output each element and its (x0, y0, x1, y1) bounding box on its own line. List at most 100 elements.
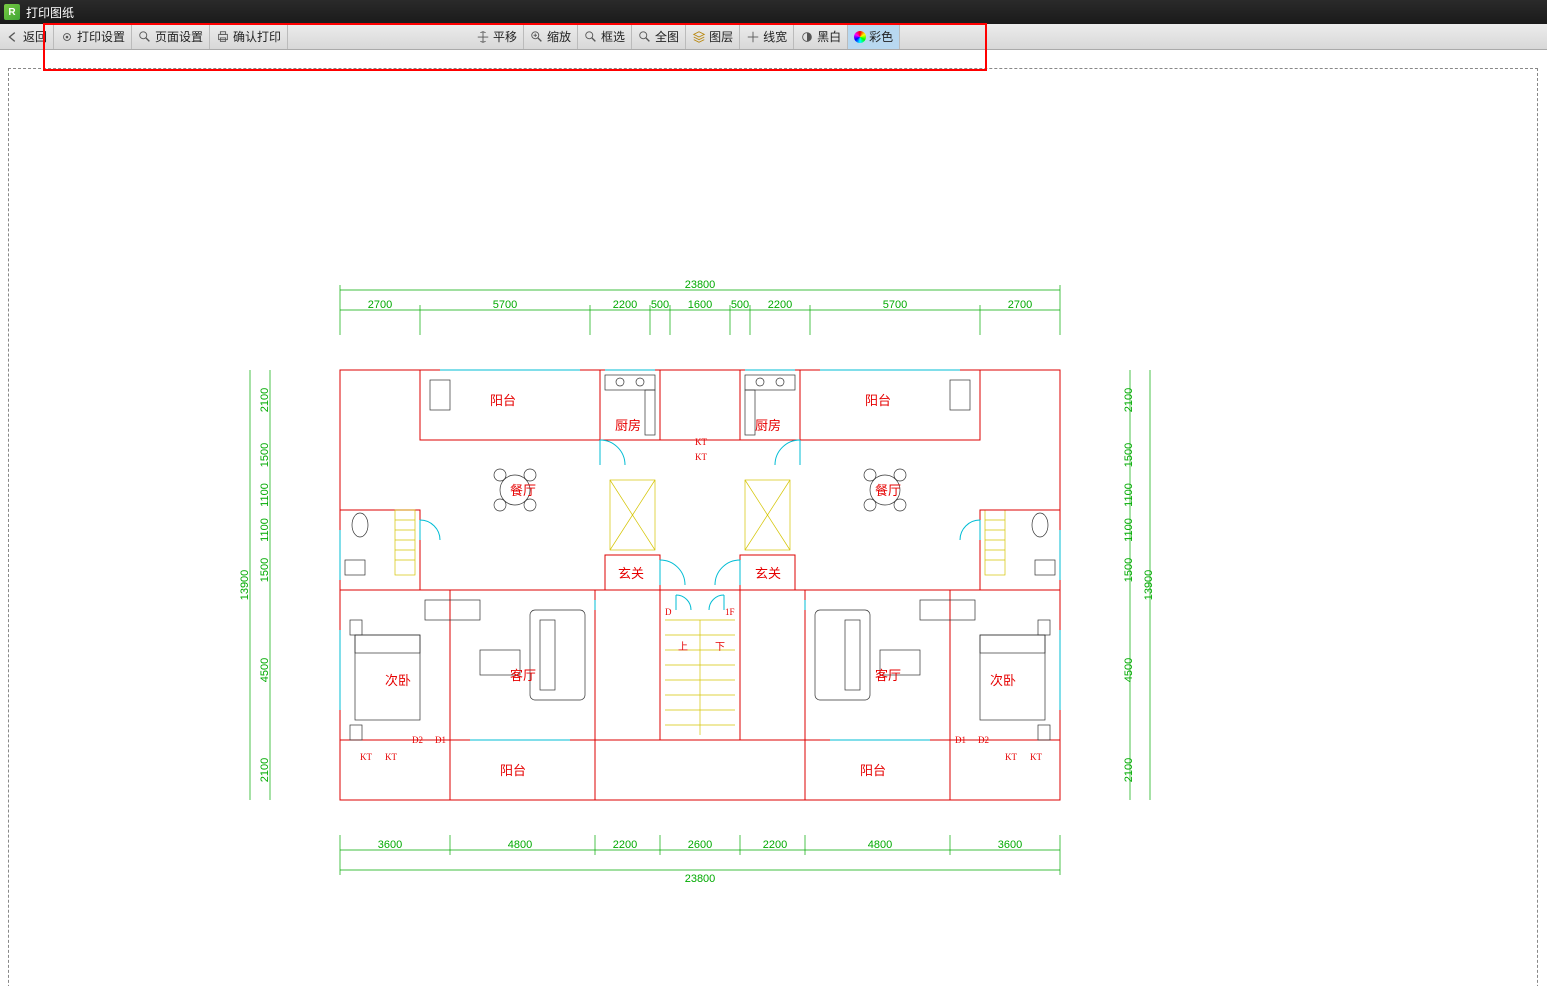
svg-text:2200: 2200 (763, 839, 787, 851)
svg-text:D2: D2 (978, 735, 989, 745)
back-button[interactable]: 返回 (0, 25, 54, 49)
furniture-left (345, 380, 585, 740)
svg-text:4800: 4800 (508, 839, 532, 851)
svg-text:4500: 4500 (259, 658, 271, 682)
svg-text:D: D (665, 607, 672, 617)
bw-icon (800, 30, 814, 44)
gear-icon (60, 30, 74, 44)
pan-icon (476, 30, 490, 44)
svg-text:2100: 2100 (1123, 388, 1135, 412)
svg-text:厨房: 厨房 (615, 418, 641, 433)
svg-text:2700: 2700 (1008, 299, 1032, 311)
svg-text:23800: 23800 (685, 280, 716, 291)
back-icon (6, 30, 20, 44)
svg-text:玄关: 玄关 (618, 566, 644, 581)
svg-text:23800: 23800 (685, 873, 716, 885)
toolbar-left: 返回 打印设置 页面设置 确认打印 (0, 25, 288, 49)
svg-text:上: 上 (678, 641, 688, 653)
layers-label: 图层 (709, 28, 733, 45)
fit-all-label: 全图 (655, 28, 679, 45)
svg-text:厨房: 厨房 (755, 418, 781, 433)
svg-text:KT: KT (695, 452, 707, 462)
svg-text:阳台: 阳台 (490, 393, 516, 408)
magnify-icon (138, 30, 152, 44)
pan-label: 平移 (493, 28, 517, 45)
svg-text:次卧: 次卧 (990, 673, 1016, 688)
window-title: 打印图纸 (26, 4, 74, 21)
zoom-button[interactable]: 缩放 (524, 25, 578, 49)
layers-button[interactable]: 图层 (686, 25, 740, 49)
dim-bottom: 23800 3600 4800 2200 2600 2200 4800 3600 (340, 835, 1060, 885)
svg-text:KT: KT (1005, 752, 1017, 762)
bw-button[interactable]: 黑白 (794, 25, 848, 49)
svg-text:D2: D2 (412, 735, 423, 745)
select-icon (584, 30, 598, 44)
svg-text:4500: 4500 (1123, 658, 1135, 682)
svg-text:1500: 1500 (259, 558, 271, 582)
canvas[interactable]: 23800 2700 5700 2200 500 1600 500 2200 5… (0, 50, 1547, 986)
svg-text:1500: 1500 (1123, 558, 1135, 582)
svg-text:阳台: 阳台 (860, 763, 886, 778)
plan-svg: 23800 2700 5700 2200 500 1600 500 2200 5… (240, 280, 1160, 900)
toolbar: 返回 打印设置 页面设置 确认打印 平移 缩放 框选 全图 (0, 24, 1547, 50)
color-button[interactable]: 彩色 (848, 25, 900, 49)
svg-text:2200: 2200 (768, 299, 792, 311)
dim-right: 13900 2100 1500 1100 1100 1500 4500 2100 (1123, 370, 1155, 800)
fit-icon (638, 30, 652, 44)
furniture-right (815, 380, 1055, 740)
svg-text:2700: 2700 (368, 299, 392, 311)
app-icon: R (4, 4, 20, 20)
svg-text:3600: 3600 (998, 839, 1022, 851)
doors (420, 440, 980, 610)
svg-text:KT: KT (385, 752, 397, 762)
pan-button[interactable]: 平移 (470, 25, 524, 49)
svg-text:2600: 2600 (688, 839, 712, 851)
svg-text:1F: 1F (725, 607, 735, 617)
confirm-print-button[interactable]: 确认打印 (210, 25, 288, 49)
svg-text:餐厅: 餐厅 (510, 483, 536, 498)
lineweight-button[interactable]: 线宽 (740, 25, 794, 49)
zoom-icon (530, 30, 544, 44)
page-setup-label: 页面设置 (155, 28, 203, 45)
svg-text:2200: 2200 (613, 299, 637, 311)
svg-text:1500: 1500 (1123, 443, 1135, 467)
svg-text:2100: 2100 (259, 388, 271, 412)
print-settings-button[interactable]: 打印设置 (54, 25, 132, 49)
svg-text:KT: KT (360, 752, 372, 762)
box-select-label: 框选 (601, 28, 625, 45)
page-setup-button[interactable]: 页面设置 (132, 25, 210, 49)
svg-text:2100: 2100 (1123, 758, 1135, 782)
svg-text:5700: 5700 (493, 299, 517, 311)
svg-text:阳台: 阳台 (865, 393, 891, 408)
svg-text:D1: D1 (955, 735, 966, 745)
color-label: 彩色 (869, 28, 893, 45)
svg-text:1600: 1600 (688, 299, 712, 311)
lineweight-label: 线宽 (763, 28, 787, 45)
fit-all-button[interactable]: 全图 (632, 25, 686, 49)
svg-text:玄关: 玄关 (755, 566, 781, 581)
back-label: 返回 (23, 28, 47, 45)
printer-icon (216, 30, 230, 44)
svg-text:下: 下 (715, 642, 725, 653)
color-icon (854, 31, 866, 43)
svg-text:1100: 1100 (259, 483, 271, 507)
svg-text:餐厅: 餐厅 (875, 483, 901, 498)
svg-text:D1: D1 (435, 735, 446, 745)
svg-text:4800: 4800 (868, 839, 892, 851)
toolbar-right: 平移 缩放 框选 全图 图层 线宽 黑白 彩色 (470, 25, 900, 49)
bw-label: 黑白 (817, 28, 841, 45)
layers-icon (692, 30, 706, 44)
svg-text:1100: 1100 (1123, 483, 1135, 507)
svg-text:2200: 2200 (613, 839, 637, 851)
stairs (665, 620, 735, 735)
svg-text:KT: KT (1030, 752, 1042, 762)
lineweight-icon (746, 30, 760, 44)
box-select-button[interactable]: 框选 (578, 25, 632, 49)
titlebar: R 打印图纸 (0, 0, 1547, 24)
dim-left: 13900 2100 1500 1100 1100 1500 4500 2100 (240, 370, 271, 800)
svg-text:客厅: 客厅 (875, 668, 901, 683)
confirm-print-label: 确认打印 (233, 28, 281, 45)
svg-text:1100: 1100 (1123, 518, 1135, 542)
svg-text:1100: 1100 (259, 518, 271, 542)
svg-text:次卧: 次卧 (385, 673, 411, 688)
